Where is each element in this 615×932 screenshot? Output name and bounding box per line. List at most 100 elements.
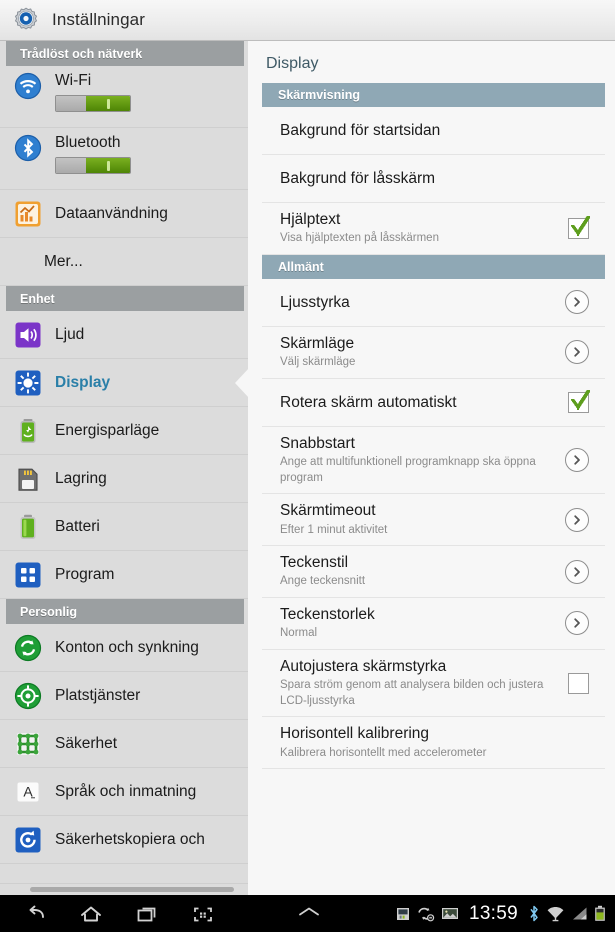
bluetooth-status-icon <box>528 905 540 922</box>
setting-text-group: Bakgrund för låsskärm <box>280 169 589 188</box>
sidebar-item-platstj-nster[interactable]: Platstjänster <box>0 672 248 720</box>
sidebar-item-display[interactable]: Display <box>0 359 248 407</box>
sync-disabled-icon <box>417 906 435 922</box>
bluetooth-icon <box>14 134 42 162</box>
setting-subtitle: Ange teckensnitt <box>280 575 366 588</box>
sidebar-item-bluetooth[interactable]: Bluetooth <box>0 128 248 190</box>
sidebar-item-konton-och-synkning[interactable]: Konton och synkning <box>0 624 248 672</box>
setting-subtitle: Visa hjälptexten på låsskärmen <box>280 232 439 245</box>
sidebar-section-header: Personlig <box>6 599 244 624</box>
setting-title: Ljusstyrka <box>280 293 350 311</box>
selection-pointer <box>235 367 248 398</box>
setting-row-hj-lptext[interactable]: Hjälptext Visa hjälptexten på låsskärmen <box>262 203 605 255</box>
setting-row-sk-rmtimeout[interactable]: Skärmtimeout Efter 1 minut aktivitet <box>262 494 605 547</box>
applications-icon <box>14 561 42 589</box>
chevron-right-icon[interactable] <box>565 611 589 636</box>
sidebar-item-wi-fi[interactable]: Wi-Fi <box>0 66 248 128</box>
sidebar-item-label: Språk och inmatning <box>55 782 197 800</box>
setting-row-horisontell-kalibrering[interactable]: Horisontell kalibrering Kalibrera horison… <box>262 717 605 770</box>
power-saving-icon <box>14 417 42 445</box>
sound-icon <box>14 321 42 349</box>
sidebar-item-spr-k-och-inmatning[interactable]: A Språk och inmatning <box>0 768 248 816</box>
nav-button-group <box>0 903 216 925</box>
sidebar-item-label: Konton och synkning <box>55 638 199 656</box>
setting-subtitle: Efter 1 minut aktivitet <box>280 523 388 536</box>
setting-row-ljusstyrka[interactable]: Ljusstyrka <box>262 279 605 327</box>
security-icon <box>14 730 42 758</box>
setting-text-group: Skärmläge Välj skärmläge <box>280 334 555 371</box>
setting-row-bakgrund-f-r-startsidan[interactable]: Bakgrund för startsidan <box>262 107 605 155</box>
checkbox[interactable] <box>568 672 589 694</box>
sidebar-item-label: Wi-Fi <box>55 72 92 89</box>
setting-title: Rotera skärm automatiskt <box>280 393 457 411</box>
status-tray[interactable]: 13:59 <box>395 895 606 932</box>
sidebar-item-dataanv-ndning[interactable]: Dataanvändning <box>0 190 248 238</box>
setting-subtitle: Kalibrera horisontellt med accelerometer <box>280 746 487 759</box>
setting-title: Hjälptext <box>280 211 341 228</box>
display-settings-panel[interactable]: Display Skärmvisning Bakgrund för startsi… <box>248 41 615 895</box>
sidebar-scroll[interactable]: Trådlöst och nätverk Wi-Fi Bluetooth Dataan… <box>0 41 248 883</box>
chevron-right-icon[interactable] <box>565 290 589 315</box>
settings-sidebar[interactable]: Trådlöst och nätverk Wi-Fi Bluetooth Dataan… <box>0 41 248 895</box>
wifi-icon <box>14 72 42 100</box>
setting-row-autojustera-sk-rmstyrka[interactable]: Autojustera skärmstyrka Spara ström genom… <box>262 650 605 718</box>
sidebar-item-mer[interactable]: Mer... <box>0 238 248 286</box>
setting-subtitle: Ange att multifunktionell programknapp s… <box>280 456 536 484</box>
sidebar-item-label: Säkerhet <box>55 734 118 752</box>
sidebar-section-header: Trådlöst och nätverk <box>6 41 244 66</box>
setting-title: Snabbstart <box>280 434 355 452</box>
sidebar-horizontal-scrollbar[interactable] <box>0 883 248 895</box>
setting-row-teckenstil[interactable]: Teckenstil Ange teckensnitt <box>262 546 605 598</box>
sidebar-item-ljud[interactable]: Ljud <box>0 311 248 359</box>
setting-row-sk-rml-ge[interactable]: Skärmläge Välj skärmläge <box>262 327 605 379</box>
system-navigation-bar: 13:59 <box>0 895 615 932</box>
toggle-grip <box>106 160 110 171</box>
setting-text-group: Rotera skärm automatiskt <box>280 393 558 412</box>
setting-title: Autojustera skärmstyrka <box>280 657 447 675</box>
setting-row-bakgrund-f-r-l-ssk-rm[interactable]: Bakgrund för låsskärm <box>262 155 605 203</box>
chevron-up-icon[interactable] <box>296 903 322 924</box>
sidebar-item-s-kerhetskopiera-och[interactable]: Säkerhetskopiera och <box>0 816 248 864</box>
sidebar-item-label: Batteri <box>55 517 100 535</box>
setting-subtitle: Välj skärmläge <box>280 356 356 369</box>
sidebar-item-batteri[interactable]: Batteri <box>0 503 248 551</box>
sidebar-item-program[interactable]: Program <box>0 551 248 599</box>
status-clock: 13:59 <box>468 902 518 924</box>
recent-apps-icon[interactable] <box>134 903 160 925</box>
setting-text-group: Horisontell kalibrering Kalibrera horison… <box>280 724 589 761</box>
sidebar-item-lagring[interactable]: Lagring <box>0 455 248 503</box>
chevron-right-icon[interactable] <box>565 507 589 532</box>
sidebar-item-energisparl-ge[interactable]: Energisparläge <box>0 407 248 455</box>
display-settings-list[interactable]: Skärmvisning Bakgrund för startsidan Bakgr… <box>248 83 615 770</box>
setting-row-rotera-sk-rm-automatiskt[interactable]: Rotera skärm automatiskt <box>262 379 605 427</box>
checkbox[interactable] <box>568 387 590 413</box>
storage-icon <box>14 465 42 493</box>
setting-text-group: Autojustera skärmstyrka Spara ström genom… <box>280 657 558 709</box>
toggle-track-on <box>86 158 130 173</box>
sidebar-item-label: Energisparläge <box>55 421 160 439</box>
chevron-right-icon[interactable] <box>565 447 589 472</box>
chevron-right-icon[interactable] <box>565 340 589 365</box>
setting-title: Teckenstil <box>280 554 349 572</box>
toggle-switch[interactable] <box>55 95 131 112</box>
setting-text-group: Teckenstil Ange teckensnitt <box>280 553 555 590</box>
screenshot-icon[interactable] <box>190 903 216 925</box>
sidebar-item-s-kerhet[interactable]: Säkerhet <box>0 720 248 768</box>
home-icon[interactable] <box>78 903 104 925</box>
toggle-switch[interactable] <box>55 157 131 174</box>
checkbox[interactable] <box>568 213 590 239</box>
sidebar-item-label: Bluetooth <box>55 134 121 151</box>
settings-screen: Inställningar Trådlöst och nätverk Wi-Fi B… <box>0 0 615 932</box>
sidebar-item-label: Program <box>55 565 115 583</box>
panel-section-header: Allmänt <box>262 254 605 279</box>
back-icon[interactable] <box>22 903 48 925</box>
backup-reset-icon <box>14 826 42 854</box>
setting-row-snabbstart[interactable]: Snabbstart Ange att multifunktionell prog… <box>262 427 605 495</box>
title-bar: Inställningar <box>0 0 615 41</box>
page-title: Display <box>266 55 319 72</box>
chevron-right-icon[interactable] <box>565 559 589 584</box>
wifi-status-icon <box>546 905 565 922</box>
setting-text-group: Skärmtimeout Efter 1 minut aktivitet <box>280 501 555 538</box>
setting-row-teckenstorlek[interactable]: Teckenstorlek Normal <box>262 598 605 650</box>
location-icon <box>14 682 42 710</box>
